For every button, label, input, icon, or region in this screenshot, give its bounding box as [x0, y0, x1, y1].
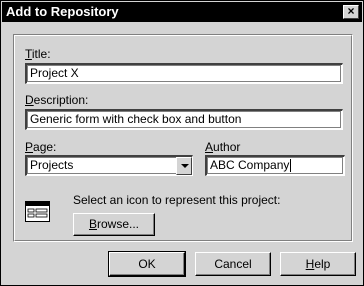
form-panel: Title: Project X Description: Generic fo…: [13, 34, 353, 242]
title-bar[interactable]: Add to Repository ×: [2, 2, 362, 22]
title-input[interactable]: Project X: [25, 63, 343, 84]
page-select-value: Projects: [30, 158, 74, 172]
title-input-value: Project X: [30, 66, 79, 80]
page-label: Page:: [25, 140, 57, 154]
ok-button[interactable]: OK: [108, 251, 186, 277]
title-label: Title:: [25, 47, 51, 61]
author-input[interactable]: ABC Company: [205, 155, 345, 176]
add-to-repository-dialog: Add to Repository × Title: Project X Des…: [0, 0, 364, 286]
author-input-value: ABC Company: [210, 158, 290, 172]
description-input-value: Generic form with check box and button: [30, 112, 242, 126]
page-select[interactable]: Projects: [25, 155, 193, 176]
description-input[interactable]: Generic form with check box and button: [25, 109, 343, 130]
author-label: Author: [205, 140, 241, 154]
description-label: Description:: [25, 93, 89, 107]
cancel-button[interactable]: Cancel: [195, 252, 271, 276]
icon-prompt-text: Select an icon to represent this project…: [73, 193, 281, 207]
form-window-icon: [25, 200, 51, 224]
text-caret: [290, 159, 292, 173]
dialog-title: Add to Repository: [6, 4, 119, 19]
close-button[interactable]: ×: [343, 5, 359, 19]
page-dropdown-button[interactable]: [176, 157, 192, 175]
browse-button[interactable]: Browse...: [73, 213, 155, 236]
close-icon: ×: [347, 4, 355, 18]
form-panel-inner: Title: Project X Description: Generic fo…: [14, 35, 352, 241]
help-button[interactable]: Help: [280, 252, 356, 276]
